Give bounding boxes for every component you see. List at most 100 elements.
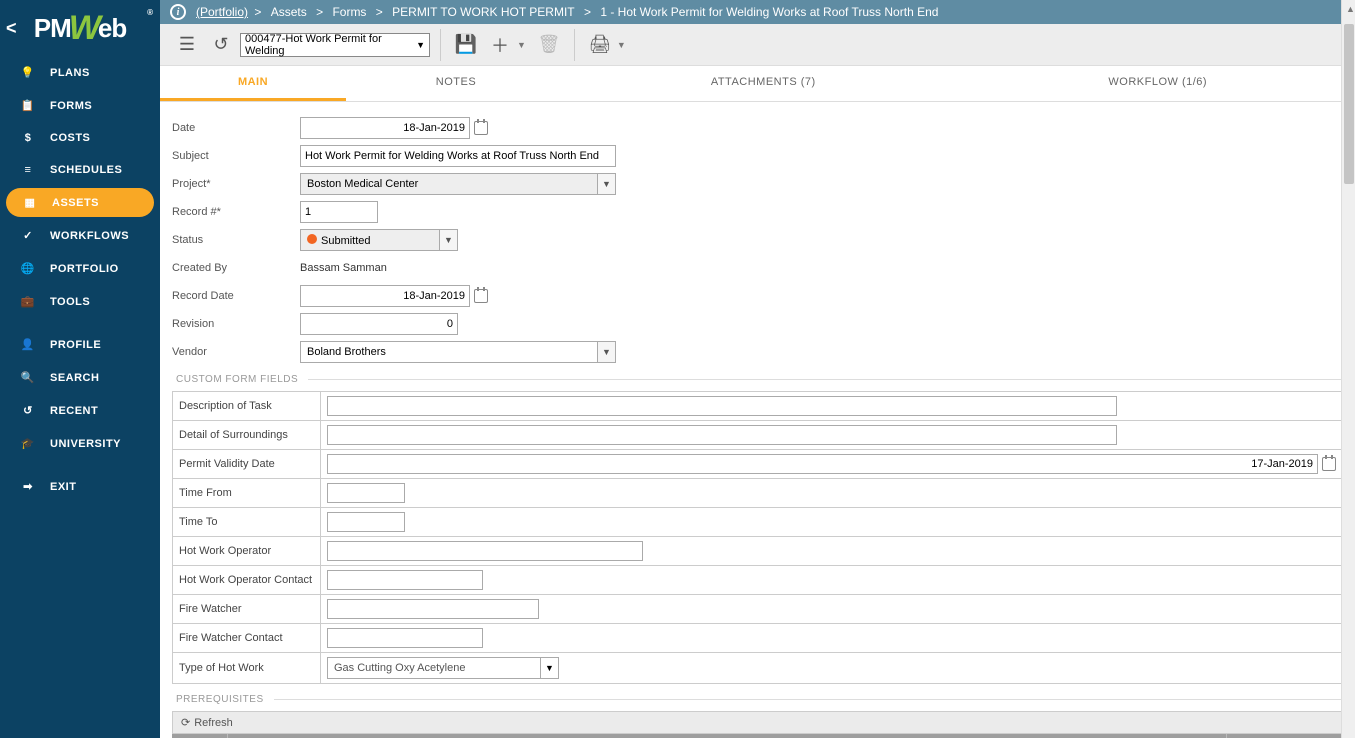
sidebar-item-search[interactable]: 🔍 SEARCH <box>0 361 160 394</box>
cf-type-label: Type of Hot Work <box>173 653 321 684</box>
cf-fwcontact-input[interactable] <box>327 628 483 648</box>
sidebar-item-tools[interactable]: 💼 TOOLS <box>0 285 160 318</box>
scroll-up-icon[interactable]: ▲ <box>1346 4 1355 14</box>
refresh-icon: ⟳ <box>181 716 190 729</box>
sidebar-item-label: WORKFLOWS <box>50 230 129 242</box>
breadcrumb-forms[interactable]: Forms <box>332 5 366 19</box>
tab-notes[interactable]: NOTES <box>346 66 566 101</box>
cf-validity-input[interactable] <box>327 454 1318 474</box>
recorddate-input[interactable] <box>300 285 470 307</box>
breadcrumb-record: 1 - Hot Work Permit for Welding Works at… <box>600 5 938 19</box>
cf-timeto-label: Time To <box>173 508 321 537</box>
sidebar-item-costs[interactable]: $COSTS <box>0 122 160 154</box>
assets-icon: ▦ <box>18 196 42 209</box>
sidebar-item-workflows[interactable]: ✓ WORKFLOWS <box>0 219 160 252</box>
sidebar-item-schedules[interactable]: ≡SCHEDULES <box>0 154 160 186</box>
sidebar-item-label: UNIVERSITY <box>50 438 121 450</box>
sidebar-item-label: PLANS <box>50 67 90 79</box>
calendar-icon[interactable] <box>1322 457 1336 471</box>
content: Date Subject Project* Boston Medical Cen… <box>160 102 1355 738</box>
sidebar-item-profile[interactable]: 👤PROFILE <box>0 328 160 361</box>
university-icon: 🎓 <box>16 437 40 450</box>
sidebar: < PMWeb ® 💡PLANS📋FORMS$COSTS≡SCHEDULES▦A… <box>0 0 160 738</box>
search-icon: 🔍 <box>16 371 40 384</box>
vendor-select[interactable]: Boland Brothers▼ <box>300 341 616 363</box>
cf-opcontact-label: Hot Work Operator Contact <box>173 566 321 595</box>
revision-input[interactable] <box>300 313 458 335</box>
status-select[interactable]: Submitted▼ <box>300 229 458 251</box>
tab-attachments[interactable]: ATTACHMENTS (7) <box>566 66 961 101</box>
cf-timefrom-label: Time From <box>173 479 321 508</box>
refresh-button[interactable]: ⟳Refresh <box>172 711 1343 734</box>
project-label: Project* <box>172 178 300 190</box>
cf-firewatcher-label: Fire Watcher <box>173 595 321 624</box>
cf-type-select[interactable]: Gas Cutting Oxy Acetylene▼ <box>327 657 559 679</box>
createdby-label: Created By <box>172 262 300 274</box>
sidebar-item-label: PORTFOLIO <box>50 263 119 275</box>
breadcrumb: i (Portfolio) > Assets > Forms > PERMIT … <box>160 0 1355 24</box>
sidebar-item-forms[interactable]: 📋 FORMS <box>0 89 160 122</box>
recordno-label: Record #* <box>172 206 300 218</box>
profile-icon: 👤 <box>16 338 40 351</box>
sidebar-item-university[interactable]: 🎓 UNIVERSITY <box>0 427 160 460</box>
tabs: MAIN NOTES ATTACHMENTS (7) WORKFLOW (1/6… <box>160 66 1355 102</box>
delete-icon[interactable]: 🗑 <box>534 30 564 60</box>
sidebar-item-label: TOOLS <box>50 296 90 308</box>
project-select[interactable]: Boston Medical Center▼ <box>300 173 616 195</box>
scroll-thumb[interactable] <box>1344 24 1354 184</box>
status-dot-icon <box>307 234 317 244</box>
history-icon[interactable]: ↺ <box>206 30 236 60</box>
subject-input[interactable] <box>300 145 616 167</box>
prereq-section-title: PREREQUISITES <box>176 694 1343 705</box>
portfolio-icon: 🌐 <box>16 262 40 275</box>
tab-main[interactable]: MAIN <box>160 66 346 101</box>
cf-surround-label: Detail of Surroundings <box>173 421 321 450</box>
save-icon[interactable]: 💾 <box>451 30 481 60</box>
sidebar-item-label: COSTS <box>50 132 90 144</box>
custom-fields-table: Description of Task Detail of Surroundin… <box>172 391 1343 684</box>
cf-operator-label: Hot Work Operator <box>173 537 321 566</box>
cf-opcontact-input[interactable] <box>327 570 483 590</box>
prereq-header: NO. PREREQUISITES CHECKED <box>172 734 1343 738</box>
subject-label: Subject <box>172 150 300 162</box>
date-label: Date <box>172 122 300 134</box>
recent-icon: ↺ <box>16 404 40 417</box>
cf-desc-input[interactable] <box>327 396 1117 416</box>
sidebar-item-portfolio[interactable]: 🌐 PORTFOLIO <box>0 252 160 285</box>
breadcrumb-template[interactable]: PERMIT TO WORK HOT PERMIT <box>392 5 574 19</box>
custom-section-title: CUSTOM FORM FIELDS <box>176 374 1343 385</box>
sidebar-item-plans[interactable]: 💡PLANS <box>0 56 160 89</box>
workflows-icon: ✓ <box>16 229 40 242</box>
calendar-icon[interactable] <box>474 121 488 135</box>
calendar-icon[interactable] <box>474 289 488 303</box>
sidebar-item-assets[interactable]: ▦ASSETS <box>6 188 154 217</box>
sidebar-item-recent[interactable]: ↺RECENT <box>0 394 160 427</box>
sidebar-item-label: EXIT <box>50 481 76 493</box>
breadcrumb-portfolio[interactable]: (Portfolio) <box>196 5 248 19</box>
breadcrumb-assets[interactable]: Assets <box>271 5 307 19</box>
status-label: Status <box>172 234 300 246</box>
cf-timefrom-input[interactable] <box>327 483 405 503</box>
recordno-input[interactable] <box>300 201 378 223</box>
cf-surround-input[interactable] <box>327 425 1117 445</box>
createdby-value: Bassam Samman <box>300 262 387 274</box>
toolbar: ☰ ↺ 000477-Hot Work Permit for Welding▼ … <box>160 24 1355 66</box>
date-input[interactable] <box>300 117 470 139</box>
record-selector[interactable]: 000477-Hot Work Permit for Welding▼ <box>240 33 430 57</box>
sidebar-item-label: FORMS <box>50 100 92 112</box>
cf-timeto-input[interactable] <box>327 512 405 532</box>
sidebar-item-label: SEARCH <box>50 372 99 384</box>
tab-workflow[interactable]: WORKFLOW (1/6) <box>961 66 1355 101</box>
scrollbar[interactable]: ▲ <box>1341 0 1355 738</box>
info-icon[interactable]: i <box>170 4 186 20</box>
schedules-icon: ≡ <box>16 164 40 176</box>
sidebar-item-exit[interactable]: ➡EXIT <box>0 470 160 503</box>
add-icon[interactable]: ＋ <box>485 30 515 60</box>
cf-firewatcher-input[interactable] <box>327 599 539 619</box>
cf-operator-input[interactable] <box>327 541 643 561</box>
cf-desc-label: Description of Task <box>173 392 321 421</box>
forms-icon: 📋 <box>16 99 40 112</box>
print-icon[interactable]: 🖨 <box>585 30 615 60</box>
tools-icon: 💼 <box>16 295 40 308</box>
list-icon[interactable]: ☰ <box>172 30 202 60</box>
